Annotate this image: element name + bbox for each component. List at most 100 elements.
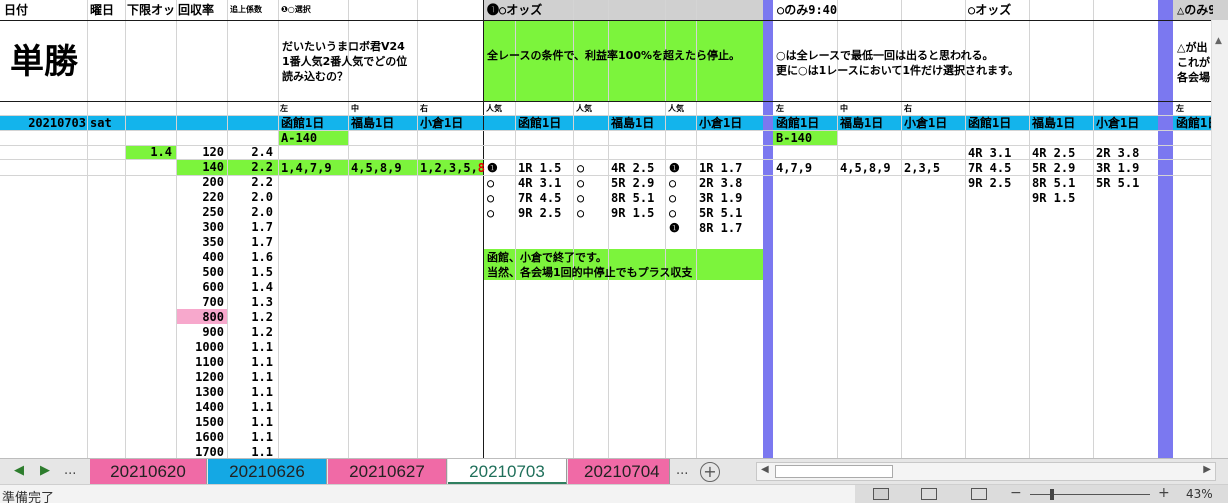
header-lower-limit[interactable]: 下限オッ [127, 2, 176, 18]
prev-sheet-icon[interactable]: ◀ [14, 463, 24, 478]
end-note-1[interactable]: 函館、小倉で終了です。 [487, 250, 607, 265]
recovery-rate[interactable]: 600 [176, 279, 224, 295]
odds2-fukushima[interactable]: 8R 5.1 [1032, 175, 1075, 191]
picks2-kokura[interactable]: 2,3,5 [904, 160, 940, 176]
zoom-out-icon[interactable]: − [1010, 485, 1022, 501]
zoom-level[interactable]: 43% [1186, 487, 1213, 501]
odds-pop-mark[interactable]: ○ [487, 205, 494, 221]
venue-kokura-3[interactable]: 小倉1日 [904, 115, 947, 131]
odds-kokura[interactable]: 8R 1.7 [699, 220, 742, 236]
header-odds2[interactable]: ○オッズ [968, 2, 1011, 18]
recovery-rate[interactable]: 220 [176, 189, 224, 205]
zoom-slider[interactable] [1030, 494, 1150, 495]
odds2-hakodate[interactable]: 9R 2.5 [968, 175, 1011, 191]
coef-value[interactable]: 1.4 [227, 279, 273, 295]
odds-hakodate[interactable]: 4R 3.1 [518, 175, 561, 191]
recovery-rate[interactable]: 500 [176, 264, 224, 280]
venue-hakodate-2[interactable]: 函館1日 [518, 115, 561, 131]
odds2-kokura[interactable]: 5R 5.1 [1096, 175, 1139, 191]
recovery-rate[interactable]: 300 [176, 219, 224, 235]
recovery-rate[interactable]: 1400 [176, 399, 224, 415]
page-layout-icon[interactable] [921, 488, 937, 500]
sub-left-2[interactable]: 左 [776, 104, 784, 114]
coef-value[interactable]: 1.1 [227, 339, 273, 355]
header-date[interactable]: 日付 [4, 2, 28, 18]
odds-pop-mark[interactable]: ○ [577, 175, 584, 191]
sub-mid-1[interactable]: 中 [351, 104, 359, 114]
venue-kokura-4[interactable]: 小倉1日 [1096, 115, 1139, 131]
tab-20210620[interactable]: 20210620 [90, 459, 207, 484]
recovery-rate[interactable]: 1600 [176, 429, 224, 445]
odds-kokura[interactable]: 3R 1.9 [699, 190, 742, 206]
next-sheet-icon[interactable]: ▶ [40, 463, 50, 478]
odds2-hakodate[interactable]: 7R 4.5 [968, 160, 1011, 176]
tri-note[interactable]: △が出 これが 各会場 [1177, 40, 1213, 85]
stop-note[interactable]: 全レースの条件で、利益率100%を超えたら停止。 [487, 48, 759, 63]
coef-value[interactable]: 1.7 [227, 219, 273, 235]
coef-value[interactable]: 1.1 [227, 354, 273, 370]
recovery-rate[interactable]: 350 [176, 234, 224, 250]
circle-note[interactable]: ○は全レースで最低一回は出ると思われる。 更に○は1レースにおいて1件だけ選択さ… [776, 48, 1156, 78]
label-a140[interactable]: A-140 [281, 130, 317, 146]
end-note-2[interactable]: 当然、各会場1回的中停止でもプラス収支 [487, 265, 692, 280]
venue-fukushima-1[interactable]: 福島1日 [351, 115, 394, 131]
header-recovery[interactable]: 回収率 [178, 2, 214, 18]
sub-pop-2[interactable]: 人気 [576, 104, 592, 114]
picks-kokura[interactable]: 1,2,3,5,8 [420, 160, 485, 176]
venue-fukushima-4[interactable]: 福島1日 [1032, 115, 1075, 131]
odds-pop-mark[interactable]: ○ [487, 190, 494, 206]
coef-value[interactable]: 1.2 [227, 309, 273, 325]
header-selection1[interactable]: ❶○選択 [281, 5, 311, 15]
header-only940[interactable]: ○のみ9:40 [777, 2, 837, 18]
venue-hakodate-3[interactable]: 函館1日 [776, 115, 819, 131]
recovery-rate[interactable]: 250 [176, 204, 224, 220]
day-weekday[interactable]: sat [90, 115, 112, 131]
odds-pop-mark[interactable]: ○ [669, 175, 676, 191]
tab-20210627[interactable]: 20210627 [328, 459, 447, 484]
odds-pop-mark[interactable]: ❶ [669, 220, 680, 236]
venue-hakodate-4[interactable]: 函館1日 [968, 115, 1011, 131]
venue-fukushima-3[interactable]: 福島1日 [840, 115, 883, 131]
odds2-kokura[interactable]: 2R 3.8 [1096, 145, 1139, 161]
recovery-rate[interactable]: 200 [176, 174, 224, 190]
odds-kokura[interactable]: 2R 3.8 [699, 175, 742, 191]
recovery-rate[interactable]: 400 [176, 249, 224, 265]
odds-pop-mark[interactable]: ❶ [487, 160, 498, 176]
header-odds1[interactable]: ❶○オッズ [487, 2, 542, 18]
normal-view-icon[interactable] [873, 488, 889, 500]
odds-kokura[interactable]: 5R 5.1 [699, 205, 742, 221]
odds2-kokura[interactable]: 3R 1.9 [1096, 160, 1139, 176]
sub-left-3[interactable]: 左 [1176, 104, 1184, 114]
header-weekday[interactable]: 曜日 [90, 2, 114, 18]
sub-mid-2[interactable]: 中 [840, 104, 848, 114]
recovery-rate[interactable]: 1100 [176, 354, 224, 370]
sub-left-1[interactable]: 左 [280, 104, 288, 114]
scroll-up-icon[interactable]: ▲ [1215, 36, 1222, 46]
odds-pop-mark[interactable]: ○ [577, 190, 584, 206]
coef-value[interactable]: 1.1 [227, 429, 273, 445]
header-only-tri[interactable]: △のみ9 [1177, 2, 1213, 18]
odds-hakodate[interactable]: 9R 2.5 [518, 205, 561, 221]
coef-value[interactable]: 1.1 [227, 369, 273, 385]
tab-20210704[interactable]: 20210704 [568, 459, 670, 484]
coef-value[interactable]: 1.5 [227, 264, 273, 280]
sheet-title[interactable]: 単勝 [10, 42, 78, 82]
recovery-rate[interactable]: 140 [176, 159, 224, 175]
coef-value[interactable]: 2.2 [227, 159, 273, 175]
odds-pop-mark[interactable]: ❶ [669, 160, 680, 176]
odds-pop-mark[interactable]: ○ [487, 175, 494, 191]
recovery-rate[interactable]: 900 [176, 324, 224, 340]
venue-kokura-2[interactable]: 小倉1日 [699, 115, 742, 131]
odds-fukushima[interactable]: 4R 2.5 [611, 160, 654, 176]
add-sheet-button[interactable]: + [700, 462, 720, 482]
robo-note[interactable]: だいたいうまロボ君V24 1番人気2番人気でどの位 読み込むの？ [282, 39, 482, 84]
odds-pop-mark[interactable]: ○ [669, 205, 676, 221]
odds-fukushima[interactable]: 8R 5.1 [611, 190, 654, 206]
odds-pop-mark[interactable]: ○ [577, 205, 584, 221]
odds-hakodate[interactable]: 7R 4.5 [518, 190, 561, 206]
recovery-rate[interactable]: 800 [176, 309, 224, 325]
recovery-rate[interactable]: 120 [176, 144, 224, 160]
zoom-slider-thumb[interactable] [1050, 489, 1054, 500]
header-coef[interactable]: 追上係数 [230, 5, 262, 15]
recovery-rate[interactable]: 1300 [176, 384, 224, 400]
